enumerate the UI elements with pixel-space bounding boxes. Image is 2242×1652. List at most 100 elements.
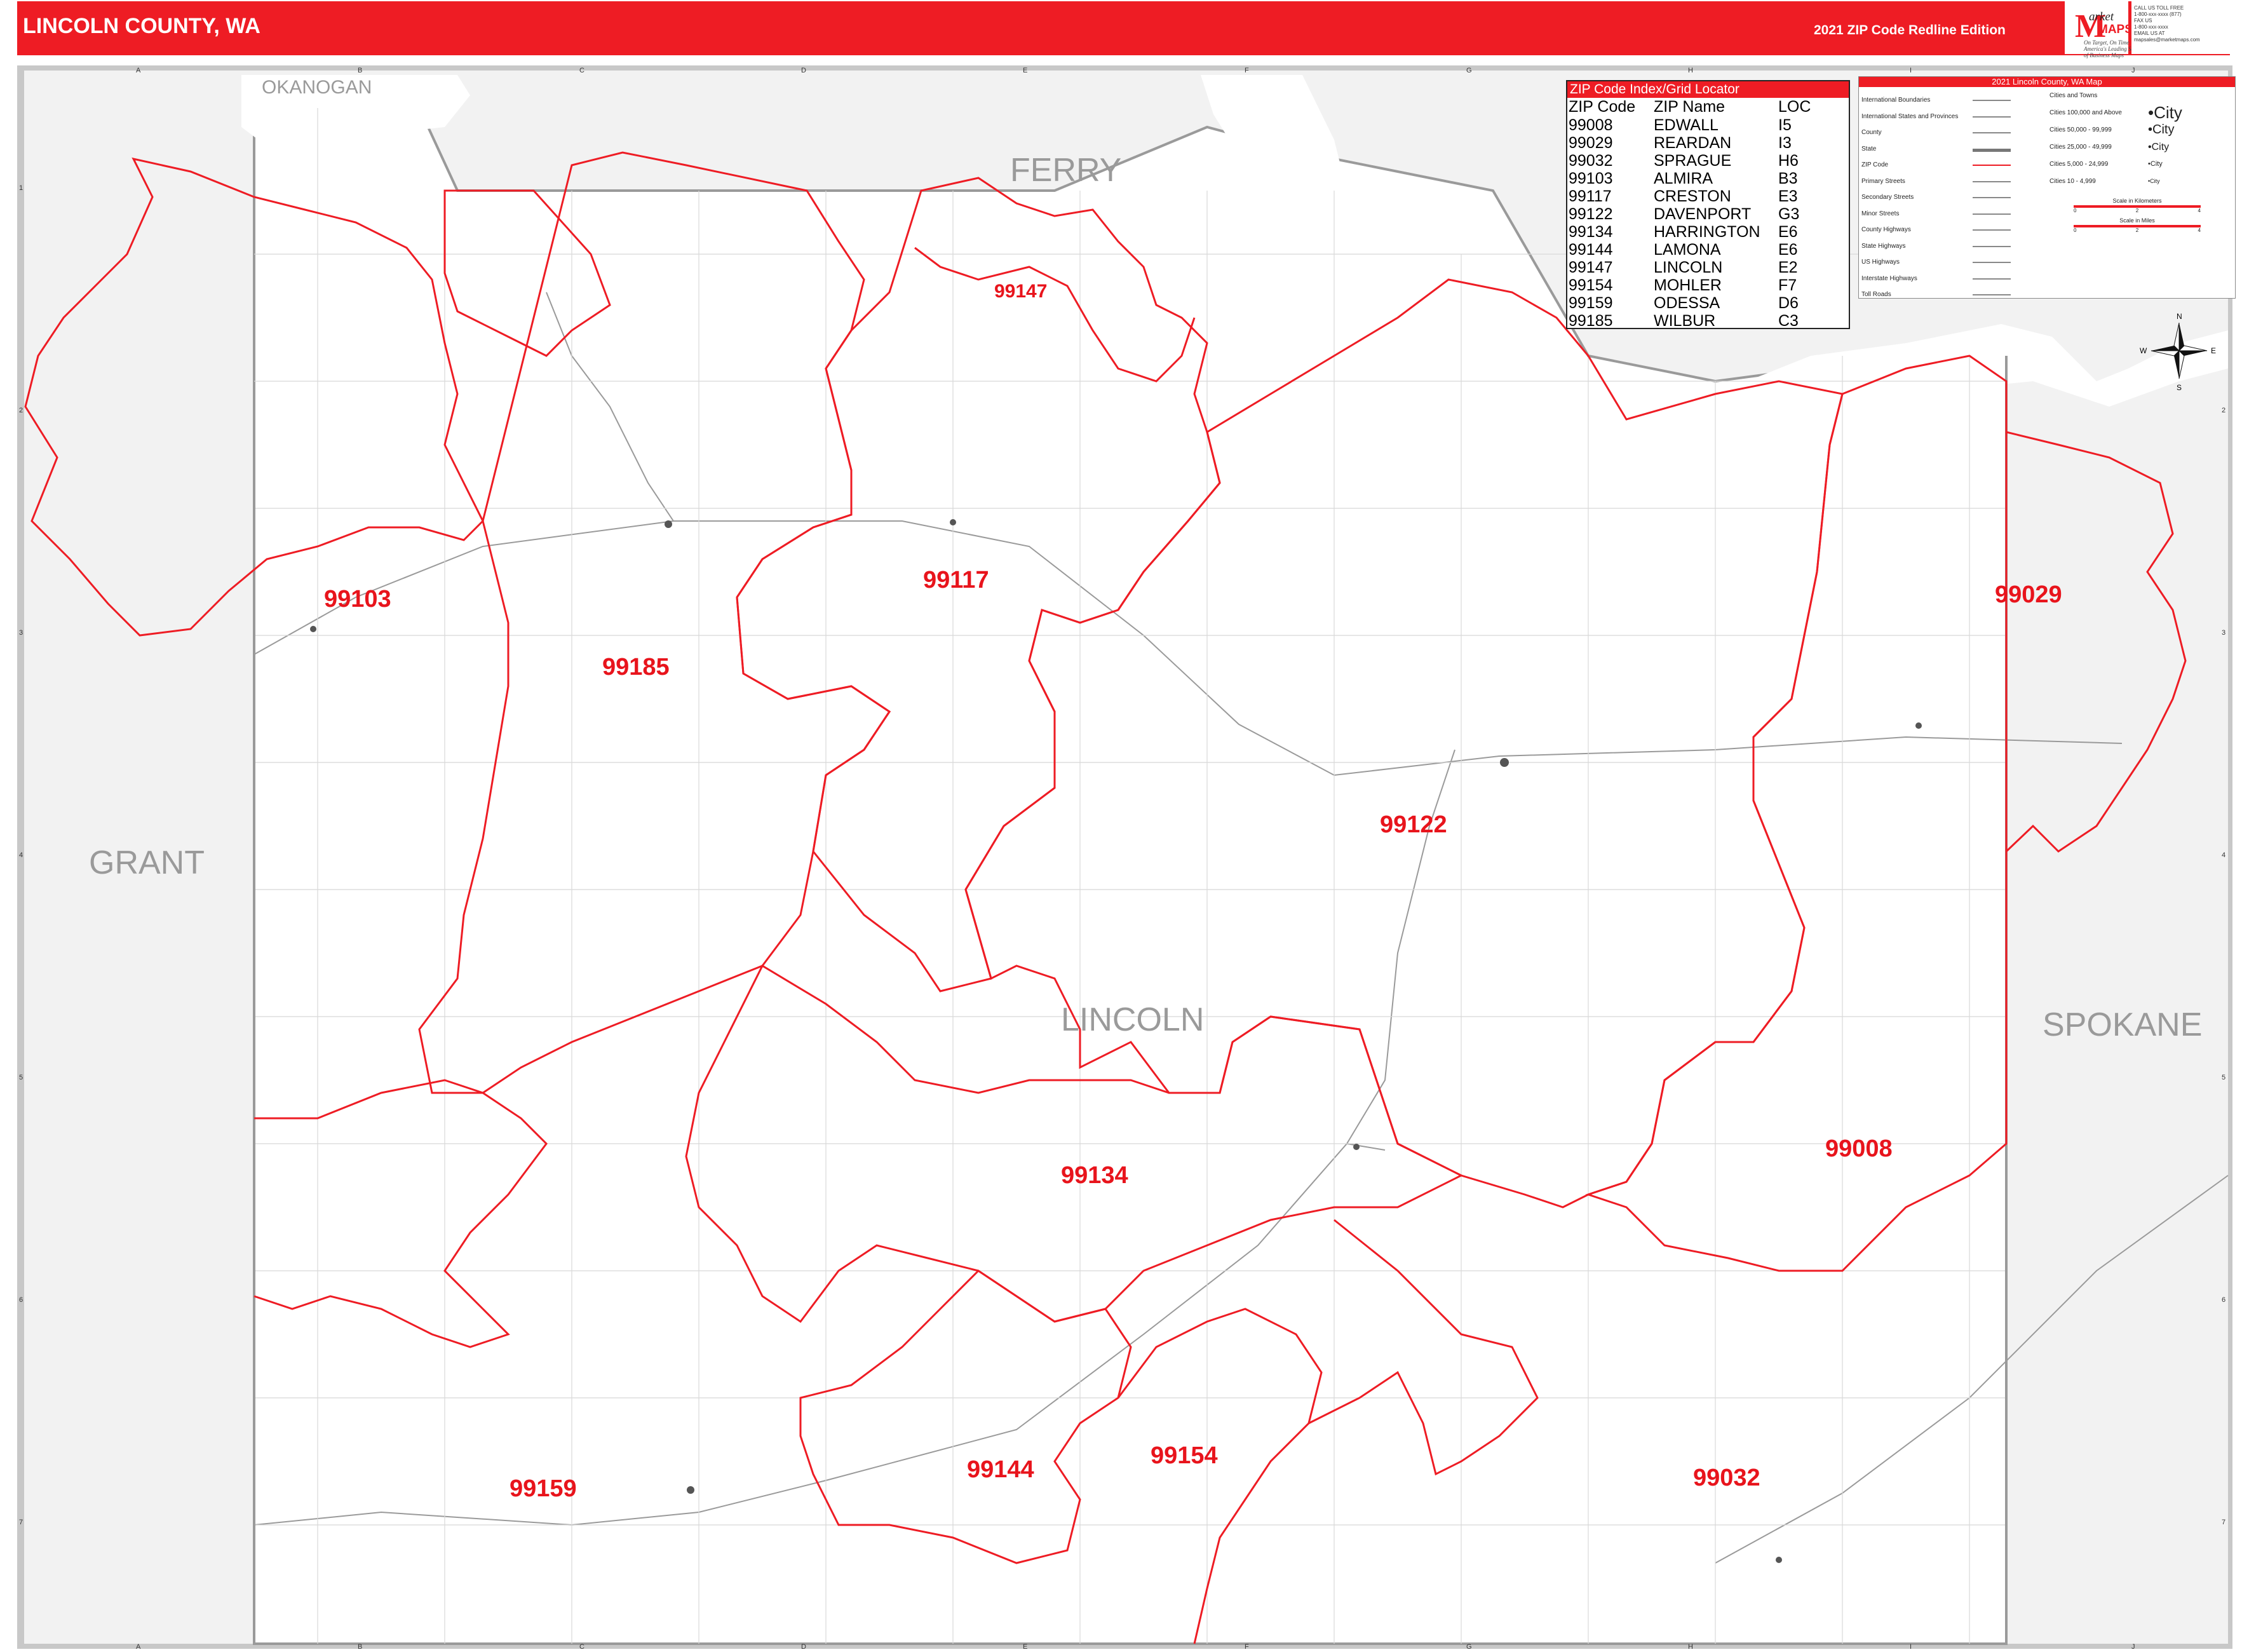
legend-title: 2021 Lincoln County, WA Map [1859,77,2235,87]
zip-index-body: 99008 EDWALL I5 99029 REARDAN I3 99032 SPRAGUE H… [1569,116,1811,330]
zip-index-header: ZIP Code [1569,98,1636,116]
grid-column-label: C [579,1643,584,1651]
grid-row-label: 2 [2222,407,2226,414]
zip-index-name: EDWALL [1654,116,1719,134]
legend-city-label: Cities 50,000 - 99,999 [2050,126,2112,133]
zip-index-code: 99103 [1569,170,1613,187]
grid-row-label: 7 [19,1519,24,1526]
scale-km-ticks: 0 2 4 [2074,208,2201,213]
legend-line-item: County [1861,125,2020,141]
grid-row-label: 6 [2222,1296,2226,1304]
scale-mi-bar [2074,225,2201,227]
grid-row-label: 2 [19,407,24,414]
zip-index-loc: C3 [1778,312,1799,330]
zip-index-loc: I3 [1778,134,1792,152]
scale-mi-ticks: 0 2 4 [2074,227,2201,233]
grid-column-label: I [1910,67,1912,74]
zip-index-code: 99134 [1569,223,1613,241]
grid-row-label: 3 [19,629,24,637]
scale-tick: 2 [2135,227,2139,233]
zip-index-title: ZIP Code Index/Grid Locator [1567,81,1849,98]
legend-line-symbol [1973,213,2011,215]
legend-line-symbol [1973,148,2011,152]
zip-index-code: 99185 [1569,312,1613,330]
zip-index-header-row: ZIP Code ZIP Name LOC [1569,98,1811,116]
zip-index-code: 99159 [1569,294,1613,312]
zip-index-name: ALMIRA [1654,170,1713,187]
compass-e: E [2211,346,2216,355]
zip-index-name: DAVENPORT [1654,205,1752,223]
grid-column-label: H [1688,67,1693,74]
legend-line-item: State [1861,141,2020,158]
grid-row-label: 5 [2222,1074,2226,1081]
scale-mi-label: Scale in Miles [2119,217,2155,224]
grid-column-label: A [136,67,141,74]
neighbor-county-label: GRANT [89,844,205,881]
zip-index-loc: H6 [1778,152,1799,170]
town-marker-harrington [1353,1144,1360,1150]
legend-line-item: Interstate Highways [1861,271,2020,287]
legend-line-label: Minor Streets [1861,210,1900,217]
legend-line-item: Primary Streets [1861,173,2020,190]
legend-line-symbol [1973,116,2011,118]
legend-line-item: Toll Roads [1861,287,2020,303]
grid-row-label: 4 [2222,851,2226,859]
zip-label: 99185 [602,654,670,680]
grid-column-label: J [2131,67,2135,74]
zip-index-name: HARRINGTON [1654,223,1760,241]
grid-column-label: B [358,67,363,74]
legend-city-sample: •City [2148,103,2182,122]
legend-cities: Cities and Towns Cities 100,000 and Abov… [2050,87,2227,190]
zip-index-row: 99134 HARRINGTON E6 [1569,223,1811,241]
zip-label: 99008 [1825,1135,1893,1162]
legend-city-sample: •City [2148,160,2163,168]
legend-line-label: Interstate Highways [1861,274,1917,282]
legend-line-symbol [1973,278,2011,280]
zip-index-row: 99159 ODESSA D6 [1569,294,1811,312]
legend-line-symbol [1973,100,2011,101]
legend-city-sample: •City [2148,178,2160,184]
legend-line-item: Secondary Streets [1861,189,2020,206]
zip-label: 99103 [324,586,391,613]
zip-index-name: CRESTON [1654,187,1731,205]
grid-column-label: E [1023,1643,1028,1651]
legend-city-sample: •City [2148,123,2175,137]
grid-column-label: D [801,67,806,74]
town-marker-sprague [1776,1557,1782,1563]
neighbor-county-label: SPOKANE [2043,1006,2202,1043]
scale-tick: 0 [2074,208,2077,213]
legend-line-symbol [1973,197,2011,198]
legend-line-symbol [1973,245,2011,247]
grid-column-label: D [801,1643,806,1651]
zip-index-code: 99032 [1569,152,1613,170]
legend-line-label: County [1861,129,1882,136]
legend-city-item: Cities 10 - 4,999 •City [2050,173,2227,190]
zip-index-name: ODESSA [1654,294,1720,312]
zip-index-code: 99122 [1569,205,1613,223]
grid-column-label: J [2131,1643,2135,1651]
zip-index-loc: F7 [1778,276,1797,294]
scale-tick: 4 [2198,208,2201,213]
zip-index-row: 99032 SPRAGUE H6 [1569,152,1811,170]
compass-s: S [2177,383,2182,392]
legend-line-symbol [1973,180,2011,182]
legend-city-item: Cities 5,000 - 24,999 •City [2050,156,2227,173]
legend-line-label: Primary Streets [1861,177,1905,185]
zip-index-loc: G3 [1778,205,1800,223]
legend-line-item: International Boundaries [1861,92,2020,109]
zip-label: 99032 [1693,1465,1760,1491]
compass-w: W [2140,346,2147,355]
legend-line-label: State [1861,145,1877,152]
zip-index-row: 99029 REARDAN I3 [1569,134,1811,152]
zip-index-row: 99185 WILBUR C3 [1569,312,1811,330]
zip-index-name: MOHLER [1654,276,1722,294]
zip-index-loc: E6 [1778,241,1798,259]
grid-row-label: 3 [2222,629,2226,637]
grid-row-label: 7 [2222,1519,2226,1526]
zip-label: 99122 [1380,811,1447,838]
zip-index-loc: E6 [1778,223,1798,241]
zip-label: 99117 [923,567,989,593]
zip-index-loc: D6 [1778,294,1799,312]
legend-line-items: International Boundaries International St… [1861,92,2020,303]
county-label: LINCOLN [1061,1001,1204,1038]
